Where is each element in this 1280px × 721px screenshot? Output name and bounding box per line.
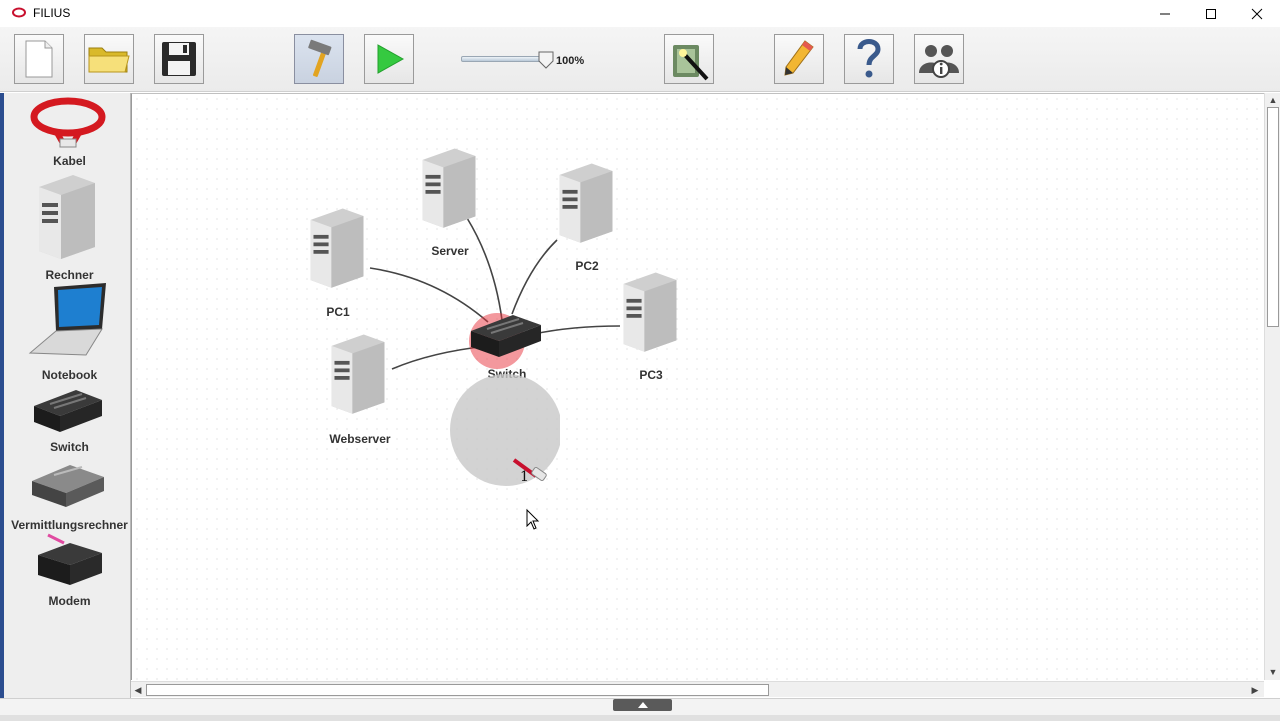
node-label-pc3: PC3 (639, 368, 663, 382)
floppy-disk-icon (162, 42, 196, 76)
palette-item-modem[interactable] (4, 533, 131, 593)
cable-count-badge: 1 (520, 469, 529, 485)
title-bar: FILIUS (0, 0, 1280, 27)
scroll-left-icon[interactable]: ◀ (132, 684, 144, 696)
magic-wand-icon (673, 45, 709, 81)
node-pc2[interactable] (554, 159, 620, 256)
palette-item-router[interactable] (4, 457, 131, 515)
horizontal-scrollbar[interactable]: ◀ ▶ (131, 681, 1264, 697)
design-mode-button[interactable] (294, 34, 344, 84)
computer-icon (623, 272, 677, 352)
expand-panel-button[interactable] (613, 699, 672, 711)
toolbar: 100% (0, 27, 1280, 92)
vertical-scroll-thumb[interactable] (1267, 107, 1279, 327)
edit-documentation-button[interactable] (774, 34, 824, 84)
modem-icon (37, 533, 102, 585)
close-button[interactable] (1234, 0, 1280, 27)
palette-label-modem: Modem (48, 594, 91, 608)
pencil-icon (784, 40, 814, 76)
maximize-icon (1206, 8, 1216, 19)
switch-icon (469, 313, 541, 369)
question-mark-icon (857, 39, 881, 78)
cable-drag-indicator (450, 374, 560, 486)
cable-layer (369, 217, 621, 370)
info-people-icon (919, 45, 959, 78)
simulation-mode-button[interactable] (364, 34, 414, 84)
zoom-slider-thumb[interactable] (538, 51, 554, 69)
network-canvas[interactable]: Server PC2 PC1 PC3 Switch Webserver 1 (131, 93, 1264, 680)
palette-item-computer[interactable] (4, 173, 131, 265)
bottom-panel-bar (0, 698, 1280, 721)
palette-label-computer: Rechner (45, 268, 94, 282)
new-document-icon (25, 40, 53, 78)
node-pc3[interactable] (618, 268, 684, 365)
folder-icon (88, 47, 130, 73)
palette-label-router: Vermittlungsrechner (11, 518, 128, 532)
component-palette: Kabel Rechner Notebook Switch Vermittlun… (0, 93, 131, 698)
palette-label-switch: Switch (50, 440, 89, 454)
computer-icon (310, 208, 364, 288)
minimize-icon (1160, 13, 1170, 14)
notebook-icon (28, 283, 106, 356)
node-switch[interactable] (465, 309, 547, 376)
palette-item-notebook[interactable] (4, 281, 131, 357)
new-file-button[interactable] (14, 34, 64, 84)
hammer-icon (308, 39, 332, 77)
node-label-pc1: PC1 (326, 305, 350, 319)
cable-icon (30, 97, 105, 148)
node-server[interactable] (417, 144, 483, 241)
computer-icon (422, 148, 476, 228)
node-label-server: Server (431, 244, 469, 258)
filius-logo-icon (12, 7, 26, 18)
router-icon (31, 465, 104, 507)
palette-label-notebook: Notebook (41, 368, 98, 382)
info-button[interactable] (914, 34, 964, 84)
zoom-slider-track[interactable] (461, 56, 547, 62)
zoom-level-label: 100% (556, 55, 585, 67)
scroll-down-icon[interactable]: ▼ (1267, 666, 1279, 678)
node-webserver[interactable] (326, 330, 392, 427)
mouse-cursor-icon (526, 509, 540, 530)
computer-icon (559, 163, 613, 243)
horizontal-scroll-thumb[interactable] (146, 684, 769, 696)
switch-icon (33, 390, 102, 432)
vertical-scrollbar[interactable]: ▲ ▼ (1264, 93, 1280, 680)
wizard-button[interactable] (664, 34, 714, 84)
open-file-button[interactable] (84, 34, 134, 84)
cable-pc2-switch[interactable] (511, 239, 558, 315)
minimize-button[interactable] (1142, 0, 1188, 27)
palette-label-cable: Kabel (53, 154, 86, 168)
bottom-panel-strip (0, 715, 1280, 721)
maximize-button[interactable] (1188, 0, 1234, 27)
play-icon (377, 44, 405, 74)
computer-icon (331, 334, 385, 414)
node-pc1[interactable] (305, 204, 371, 301)
window-title: FILIUS (33, 6, 71, 20)
scroll-right-icon[interactable]: ▶ (1249, 684, 1261, 696)
palette-item-cable[interactable] (4, 95, 131, 151)
palette-item-switch[interactable] (4, 386, 131, 436)
save-file-button[interactable] (154, 34, 204, 84)
close-icon (1251, 8, 1263, 19)
computer-icon (38, 175, 95, 259)
scroll-up-icon[interactable]: ▲ (1267, 94, 1279, 106)
help-button[interactable] (844, 34, 894, 84)
node-label-webserver: Webserver (329, 432, 391, 446)
